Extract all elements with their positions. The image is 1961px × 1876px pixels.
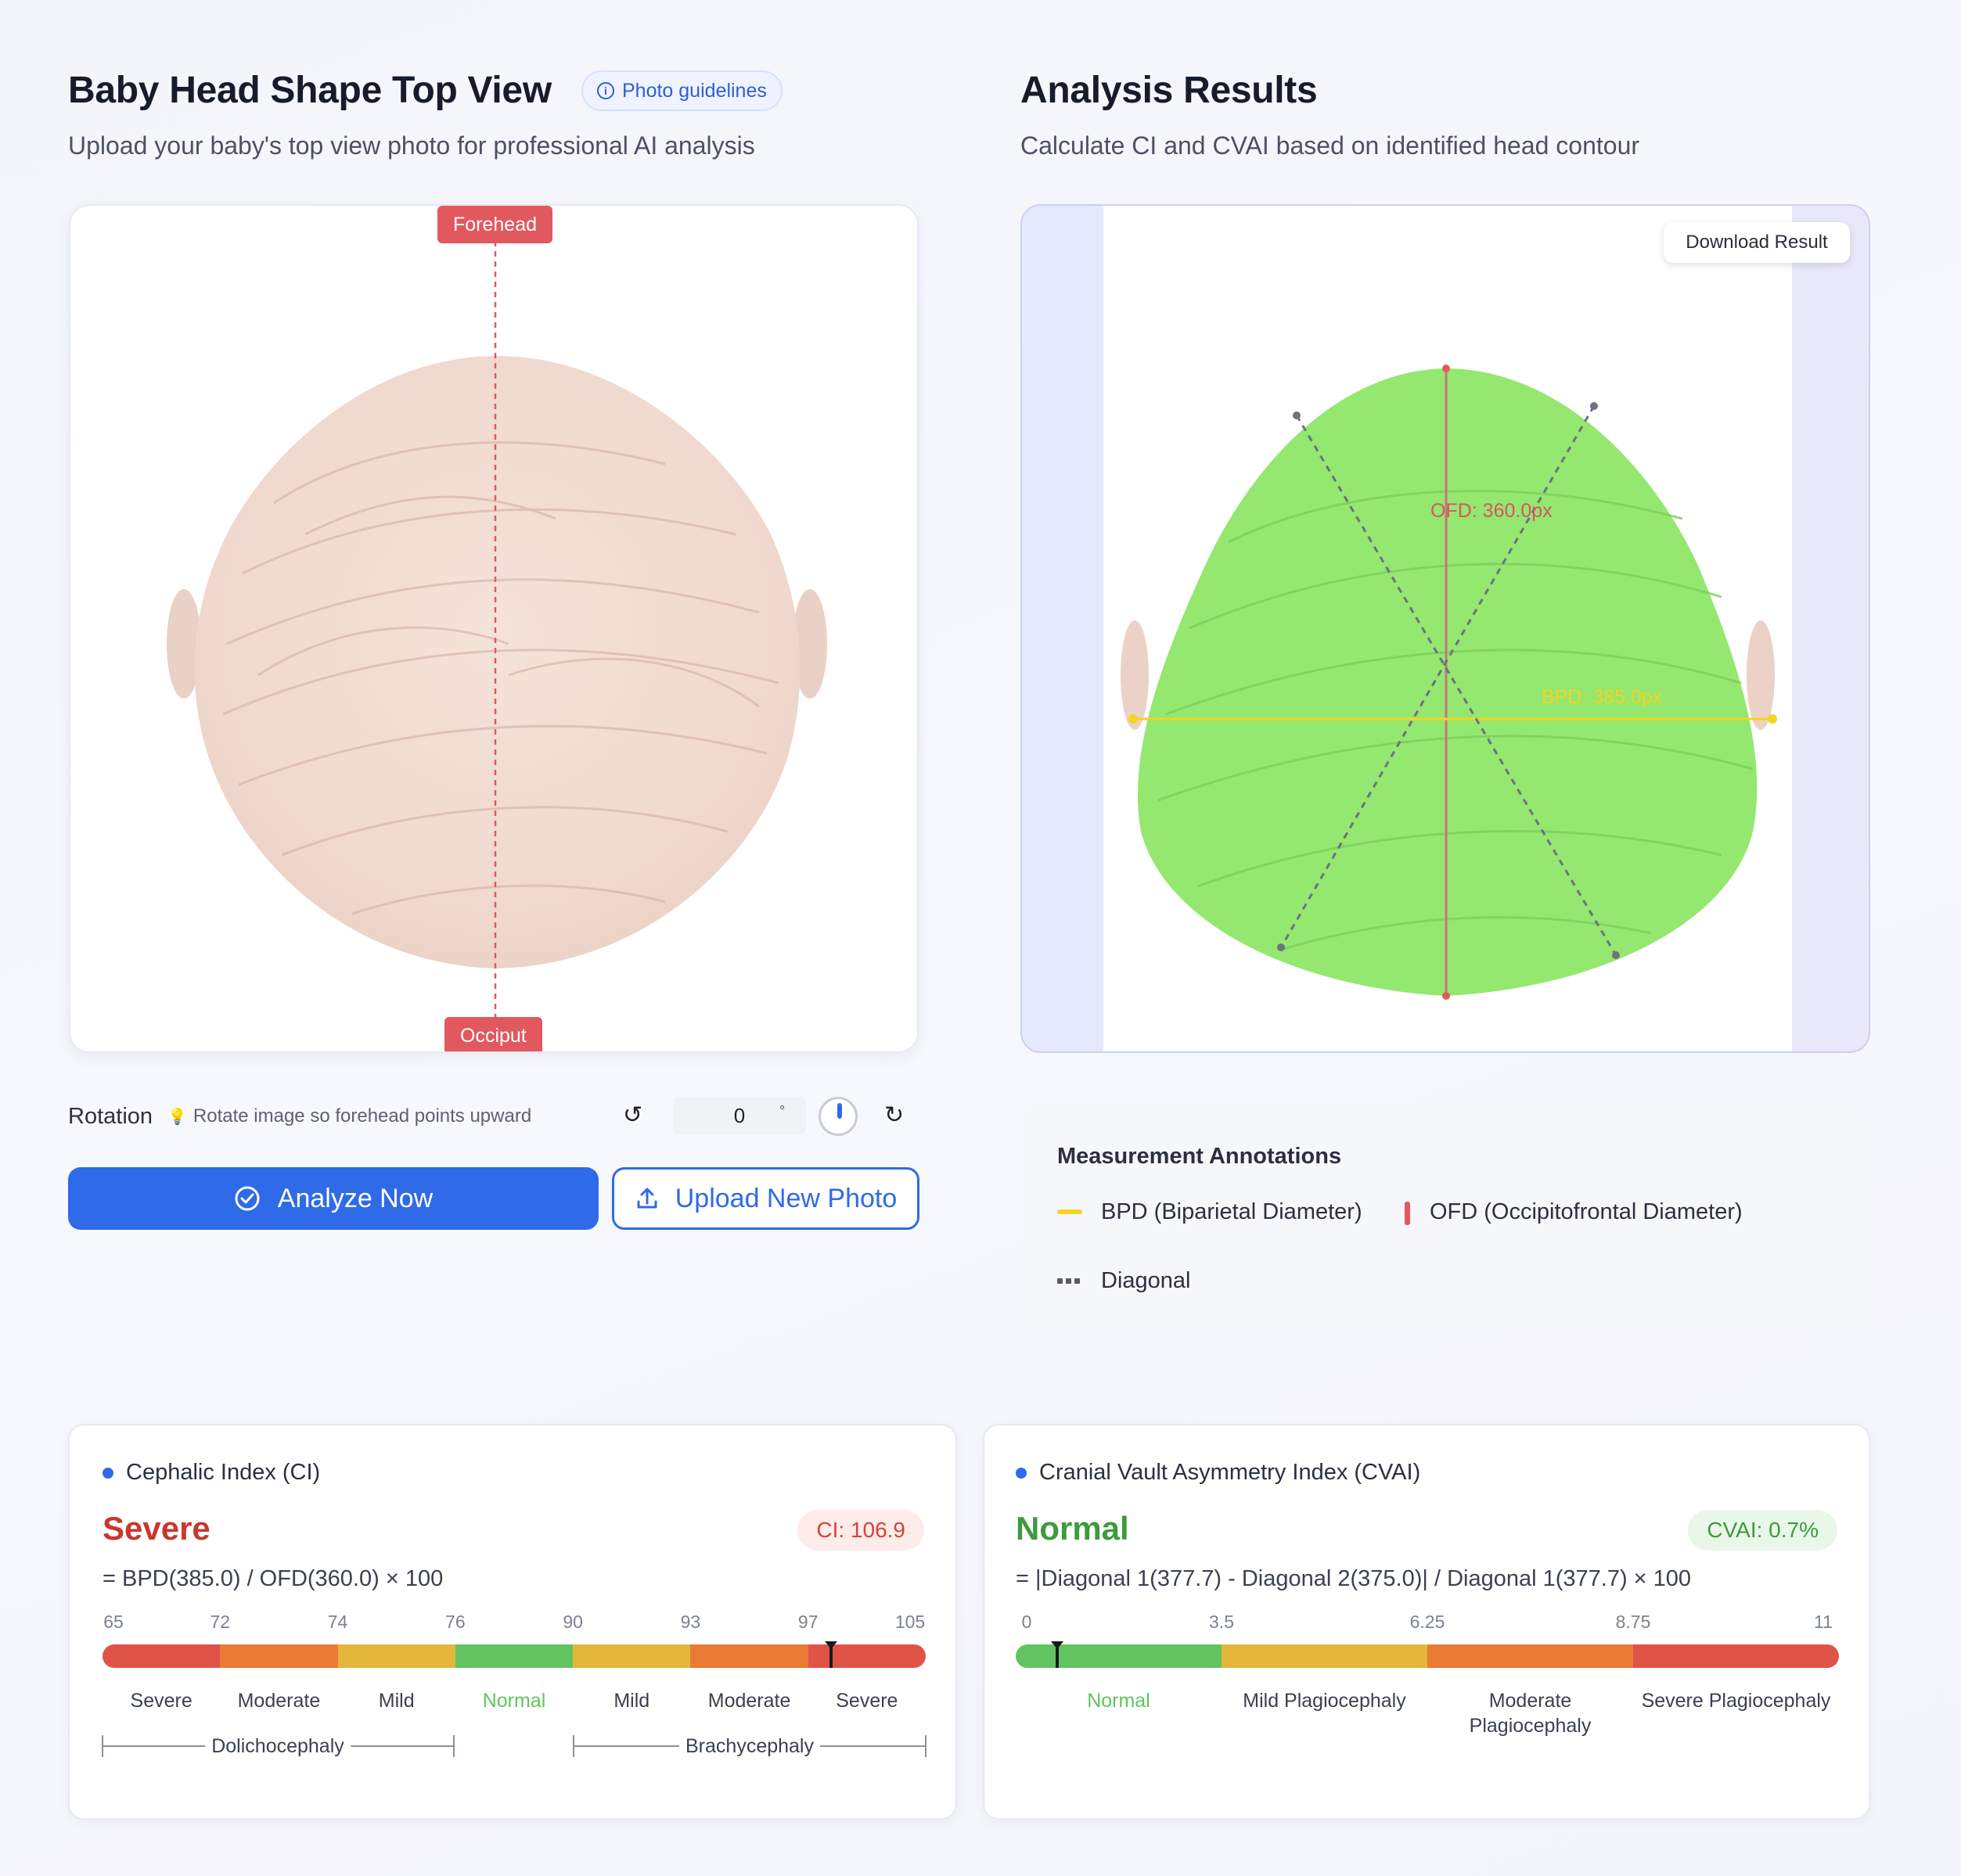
head-photo xyxy=(167,241,827,1019)
ci-tick-0: 65 xyxy=(103,1612,124,1632)
ci-segment-4 xyxy=(573,1644,691,1668)
dial-needle[interactable] xyxy=(837,1103,842,1119)
ci-segment-label-2: Mild xyxy=(378,1690,415,1712)
ofd-swatch xyxy=(1405,1202,1410,1225)
ci-tick-4: 90 xyxy=(563,1612,583,1632)
cvai-segment-label-1: Mild Plagiocephaly xyxy=(1243,1690,1406,1712)
rotation-input[interactable]: 0 xyxy=(673,1097,806,1134)
dolichocephaly-label: Dolichocephaly xyxy=(205,1735,351,1758)
cvai-segment-label-3: Severe Plagiocephaly xyxy=(1641,1690,1831,1712)
ci-segment-label-1: Moderate xyxy=(237,1690,321,1712)
ci-tick-7: 105 xyxy=(894,1612,926,1632)
ci-tick-3: 76 xyxy=(445,1612,466,1632)
occiput-tag: Occiput xyxy=(444,1017,542,1051)
ci-segment-2 xyxy=(337,1644,455,1668)
results-subtitle: Calculate CI and CVAI based on identifie… xyxy=(1020,131,1640,160)
cvai-title: Cranial Vault Asymmetry Index (CVAI) xyxy=(1016,1460,1420,1486)
cvai-segment-3 xyxy=(1633,1644,1839,1668)
bpd-overlay-label: BPD: 385.0px xyxy=(1542,686,1663,708)
ci-segment-label-4: Mild xyxy=(613,1690,650,1712)
ci-formula: = BPD(385.0) / OFD(360.0) × 100 xyxy=(103,1566,444,1591)
analyze-now-button[interactable]: Analyze Now xyxy=(68,1167,599,1230)
cvai-segment-2 xyxy=(1427,1644,1633,1668)
rotation-dial[interactable] xyxy=(819,1097,858,1136)
ci-scale-bar xyxy=(103,1644,926,1668)
photo-guidelines-label: Photo guidelines xyxy=(622,79,767,102)
rotate-right-icon[interactable]: ↻ xyxy=(884,1102,904,1129)
ci-tick-6: 97 xyxy=(797,1612,819,1632)
rotate-left-icon[interactable]: ↺ xyxy=(623,1102,642,1129)
rotation-hint: Rotate image so forehead points upward xyxy=(193,1105,532,1127)
head-photo-preview[interactable]: Forehead Occiput xyxy=(69,204,919,1053)
cvai-segment-0 xyxy=(1016,1644,1222,1668)
cvai-status: Normal xyxy=(1016,1510,1129,1547)
ci-segment-label-6: Severe xyxy=(836,1690,898,1712)
ci-dot-icon xyxy=(103,1467,113,1479)
photo-guidelines-button[interactable]: i Photo guidelines xyxy=(581,70,783,111)
diagonal-swatch xyxy=(1057,1278,1080,1284)
ci-marker-head xyxy=(825,1641,838,1649)
ci-segment-label-0: Severe xyxy=(130,1690,193,1712)
upload-new-photo-label: Upload New Photo xyxy=(675,1183,898,1213)
download-result-button[interactable]: Download Result xyxy=(1664,222,1850,263)
ci-segment-5 xyxy=(690,1644,808,1668)
cvai-dot-icon xyxy=(1016,1467,1027,1479)
ci-tick-5: 93 xyxy=(680,1612,701,1632)
ci-title: Cephalic Index (CI) xyxy=(103,1460,320,1486)
ofd-overlay-label: OFD: 360.0px xyxy=(1430,500,1553,522)
bpd-swatch xyxy=(1057,1209,1082,1214)
ci-segment-label-5: Moderate xyxy=(707,1690,791,1712)
result-contour-overlay: OFD: 360.0px BPD: 385.0px xyxy=(1121,365,1777,1000)
diagonal-legend-label: Diagonal xyxy=(1101,1268,1191,1293)
rotation-label: Rotation xyxy=(68,1104,153,1129)
ci-segment-0 xyxy=(103,1644,221,1668)
cvai-card: Cranial Vault Asymmetry Index (CVAI) Nor… xyxy=(983,1424,1870,1820)
cvai-tick-3: 8.75 xyxy=(1615,1612,1651,1632)
ofd-legend-label: OFD (Occipitofrontal Diameter) xyxy=(1430,1199,1743,1224)
bpd-legend-label: BPD (Biparietal Diameter) xyxy=(1101,1199,1362,1224)
cvai-tick-0: 0 xyxy=(1021,1612,1032,1632)
ci-tick-2: 74 xyxy=(327,1612,348,1632)
cvai-tick-2: 6.25 xyxy=(1409,1612,1445,1632)
ci-card: Cephalic Index (CI) Severe CI: 106.9 = B… xyxy=(68,1424,957,1820)
forehead-tag: Forehead xyxy=(437,206,553,243)
info-icon: i xyxy=(597,82,614,99)
lightbulb-icon: 💡 xyxy=(167,1108,187,1126)
upload-subtitle: Upload your baby's top view photo for pr… xyxy=(68,131,755,160)
cvai-segment-1 xyxy=(1222,1644,1427,1668)
upload-icon xyxy=(637,1188,657,1209)
degree-unit: ° xyxy=(779,1103,786,1119)
cvai-tick-1: 3.5 xyxy=(1209,1612,1234,1632)
ci-badge: CI: 106.9 xyxy=(797,1510,924,1551)
cvai-tick-4: 11 xyxy=(1814,1612,1833,1632)
ci-segment-label-3: Normal xyxy=(482,1690,546,1712)
cvai-marker-head xyxy=(1050,1641,1063,1649)
cvai-scale-bar xyxy=(1016,1644,1839,1668)
cvai-formula: = |Diagonal 1(377.7) - Diagonal 2(375.0)… xyxy=(1016,1566,1692,1591)
cvai-segment-label-0: Normal xyxy=(1087,1690,1150,1712)
result-image-card: OFD: 360.0px BPD: 385.0px xyxy=(1020,204,1870,1053)
brachycephaly-label: Brachycephaly xyxy=(679,1735,820,1758)
ci-segment-1 xyxy=(220,1644,338,1668)
result-image-canvas: OFD: 360.0px BPD: 385.0px xyxy=(1103,206,1792,1051)
cvai-badge: CVAI: 0.7% xyxy=(1688,1510,1837,1551)
analyze-now-label: Analyze Now xyxy=(277,1183,434,1213)
results-title: Analysis Results xyxy=(1020,70,1318,111)
cvai-title-text: Cranial Vault Asymmetry Index (CVAI) xyxy=(1039,1460,1421,1485)
upload-title: Baby Head Shape Top View xyxy=(68,70,552,111)
ci-title-text: Cephalic Index (CI) xyxy=(126,1460,321,1485)
ci-tick-1: 72 xyxy=(210,1612,231,1632)
annotations-title: Measurement Annotations xyxy=(1057,1144,1342,1169)
cvai-segment-label-2: Moderate Plagiocephaly xyxy=(1469,1690,1592,1737)
ci-status: Severe xyxy=(103,1510,210,1547)
upload-new-photo-button[interactable]: Upload New Photo xyxy=(612,1167,919,1230)
ci-segment-3 xyxy=(455,1644,574,1668)
check-circle-icon xyxy=(235,1186,260,1211)
